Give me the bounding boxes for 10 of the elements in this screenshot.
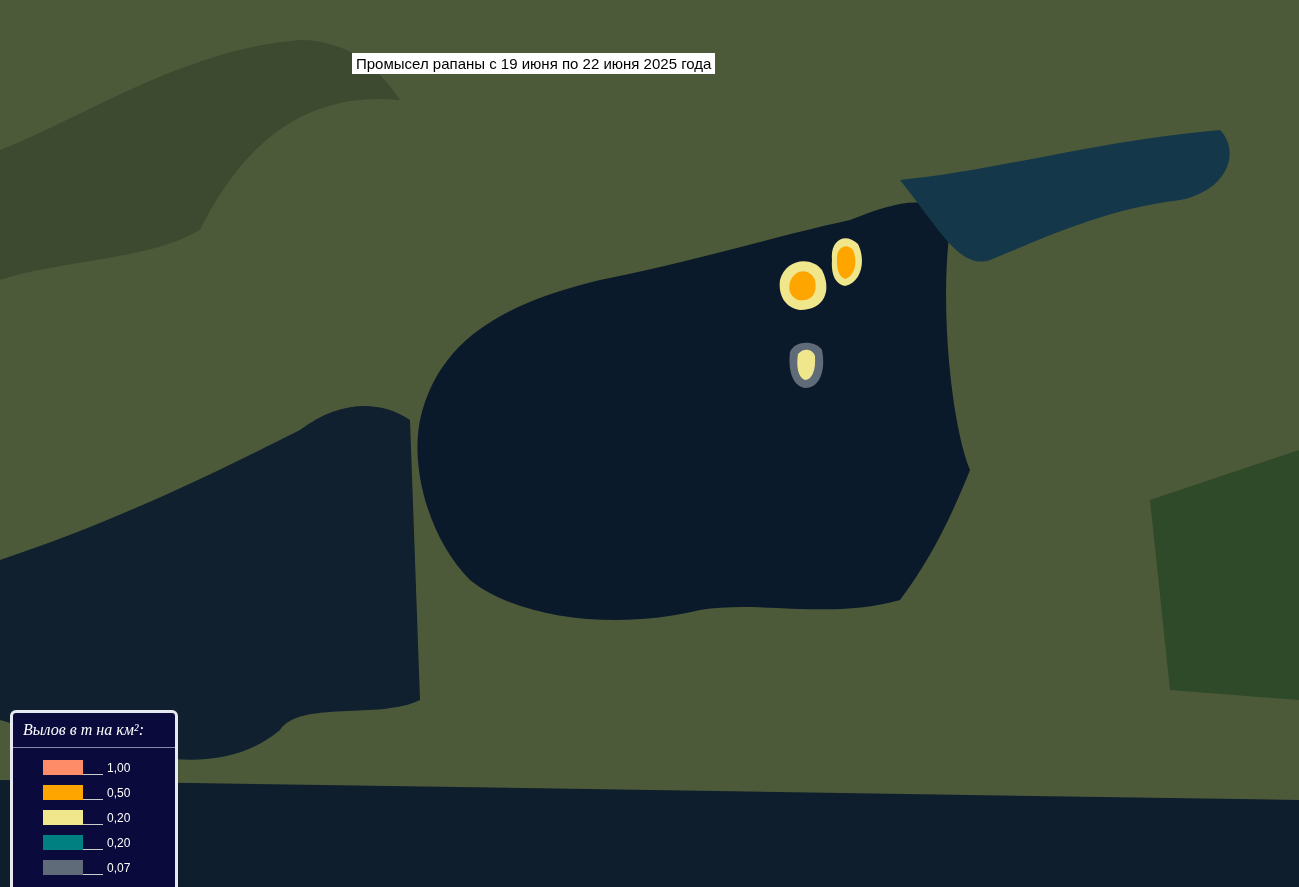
legend-title: Вылов в т на км²: [13,713,175,748]
catch-area-core [797,349,816,380]
legend-value: 1,00 [107,761,131,775]
legend-value: 0,07 [107,861,131,875]
catch-area-core [836,246,856,279]
legend-value: 0,20 [107,836,131,850]
legend-value: 0,50 [107,786,131,800]
catch-area-core [789,271,816,301]
legend-value: 0,20 [107,811,131,825]
map-title: Промысел рапаны с 19 июня по 22 июня 2025 года [352,53,716,74]
